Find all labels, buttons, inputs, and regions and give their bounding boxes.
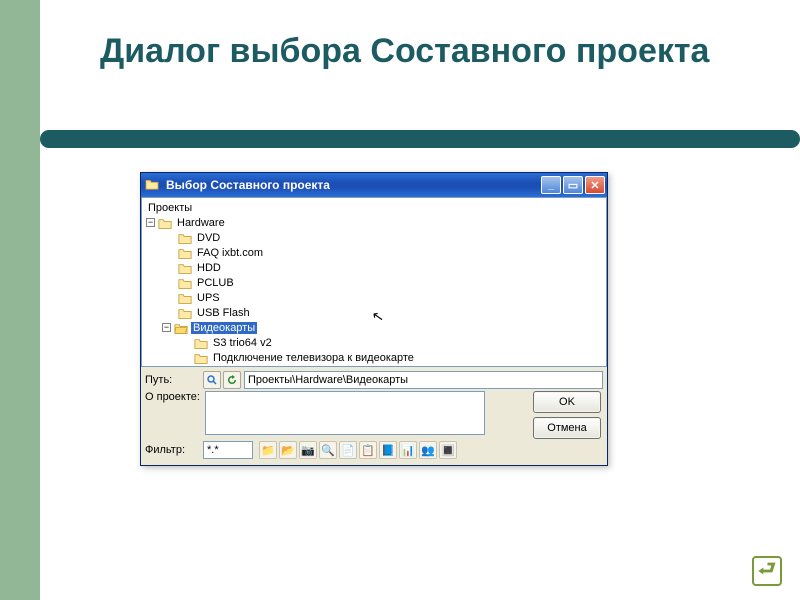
bottom-panel: Путь: О проекте: OK Отмена Фильтр:	[141, 367, 607, 465]
about-textarea[interactable]	[205, 391, 485, 435]
tree-label: PCLUB	[195, 277, 236, 289]
copy-icon[interactable]: 📋	[359, 441, 377, 459]
tree-label: DVD	[195, 232, 222, 244]
tree-label: Корпуса	[195, 367, 241, 368]
tree-label: Hardware	[175, 217, 227, 229]
about-row: О проекте: OK Отмена	[145, 391, 603, 439]
users-icon[interactable]: 👥	[419, 441, 437, 459]
tree-item[interactable]: DVD	[146, 230, 602, 245]
book-icon[interactable]: 📘	[379, 441, 397, 459]
tree-label: USB Flash	[195, 307, 252, 319]
path-input[interactable]	[244, 371, 603, 389]
search-icon[interactable]: 🔍	[319, 441, 337, 459]
about-label: О проекте:	[145, 391, 203, 403]
titlebar[interactable]: Выбор Составного проекта _ ▭ ✕	[141, 173, 607, 197]
tree-label: Подключение телевизора к видеокарте	[211, 352, 416, 364]
tree-label: S3 trio64 v2	[211, 337, 274, 349]
tree-item[interactable]: Корпуса	[146, 365, 602, 367]
tree-label: FAQ ixbt.com	[195, 247, 265, 259]
camera-icon[interactable]: 📷	[299, 441, 317, 459]
tree-label: HDD	[195, 262, 223, 274]
folder-open-icon	[174, 322, 188, 333]
cancel-button[interactable]: Отмена	[533, 417, 601, 439]
minimize-button[interactable]: _	[541, 176, 561, 194]
nav-return-button[interactable]: ⮐	[752, 556, 782, 586]
folder-icon	[178, 277, 192, 288]
filter-row: Фильтр: 📁 📂 📷 🔍 📄 📋 📘 📊 👥 🔳	[145, 441, 603, 459]
tree-label: UPS	[195, 292, 222, 304]
tree-label-selected: Видеокарты	[191, 322, 257, 334]
folder-icon	[194, 337, 208, 348]
collapse-icon[interactable]: −	[146, 218, 155, 227]
title-underline	[40, 130, 800, 148]
tree-hardware[interactable]: − Hardware	[146, 215, 602, 230]
slide-left-band	[0, 0, 40, 600]
tree-item[interactable]: HDD	[146, 260, 602, 275]
grid-icon[interactable]: 🔳	[439, 441, 457, 459]
filter-label: Фильтр:	[145, 444, 203, 456]
close-button[interactable]: ✕	[585, 176, 605, 194]
dialog-window: Выбор Составного проекта _ ▭ ✕ Проекты −…	[140, 172, 608, 466]
filter-input[interactable]	[203, 441, 253, 459]
folder-icon	[145, 178, 161, 192]
chart-icon[interactable]: 📊	[399, 441, 417, 459]
tree: Проекты − Hardware DVD FAQ ixbt.com HDD …	[142, 198, 606, 367]
collapse-icon[interactable]: −	[162, 323, 171, 332]
folder-icon	[178, 292, 192, 303]
folder-icon	[178, 247, 192, 258]
refresh-icon[interactable]	[223, 371, 241, 389]
folder-icon	[178, 262, 192, 273]
tree-item[interactable]: FAQ ixbt.com	[146, 245, 602, 260]
open-icon[interactable]: 📂	[279, 441, 297, 459]
folder-icon	[194, 352, 208, 363]
tree-item[interactable]: PCLUB	[146, 275, 602, 290]
slide-title: Диалог выбора Составного проекта	[100, 32, 709, 71]
folder-icon	[158, 217, 172, 228]
filter-toolbar: 📁 📂 📷 🔍 📄 📋 📘 📊 👥 🔳	[259, 441, 457, 459]
tree-item[interactable]: UPS	[146, 290, 602, 305]
titlebar-text: Выбор Составного проекта	[166, 178, 541, 192]
folder-new-icon[interactable]: 📁	[259, 441, 277, 459]
tree-root[interactable]: Проекты	[146, 200, 602, 215]
ok-button[interactable]: OK	[533, 391, 601, 413]
folder-icon	[178, 307, 192, 318]
folder-icon	[178, 232, 192, 243]
path-row: Путь:	[145, 371, 603, 389]
tree-subitem[interactable]: S3 trio64 v2	[146, 335, 602, 350]
tree-area[interactable]: Проекты − Hardware DVD FAQ ixbt.com HDD …	[141, 197, 607, 367]
doc-icon[interactable]: 📄	[339, 441, 357, 459]
tree-subitem[interactable]: Подключение телевизора к видеокарте	[146, 350, 602, 365]
find-icon[interactable]	[203, 371, 221, 389]
maximize-button[interactable]: ▭	[563, 176, 583, 194]
slide-body: Диалог выбора Составного проекта Выбор С…	[40, 0, 800, 600]
path-label: Путь:	[145, 374, 203, 386]
tree-root-label: Проекты	[146, 202, 194, 214]
